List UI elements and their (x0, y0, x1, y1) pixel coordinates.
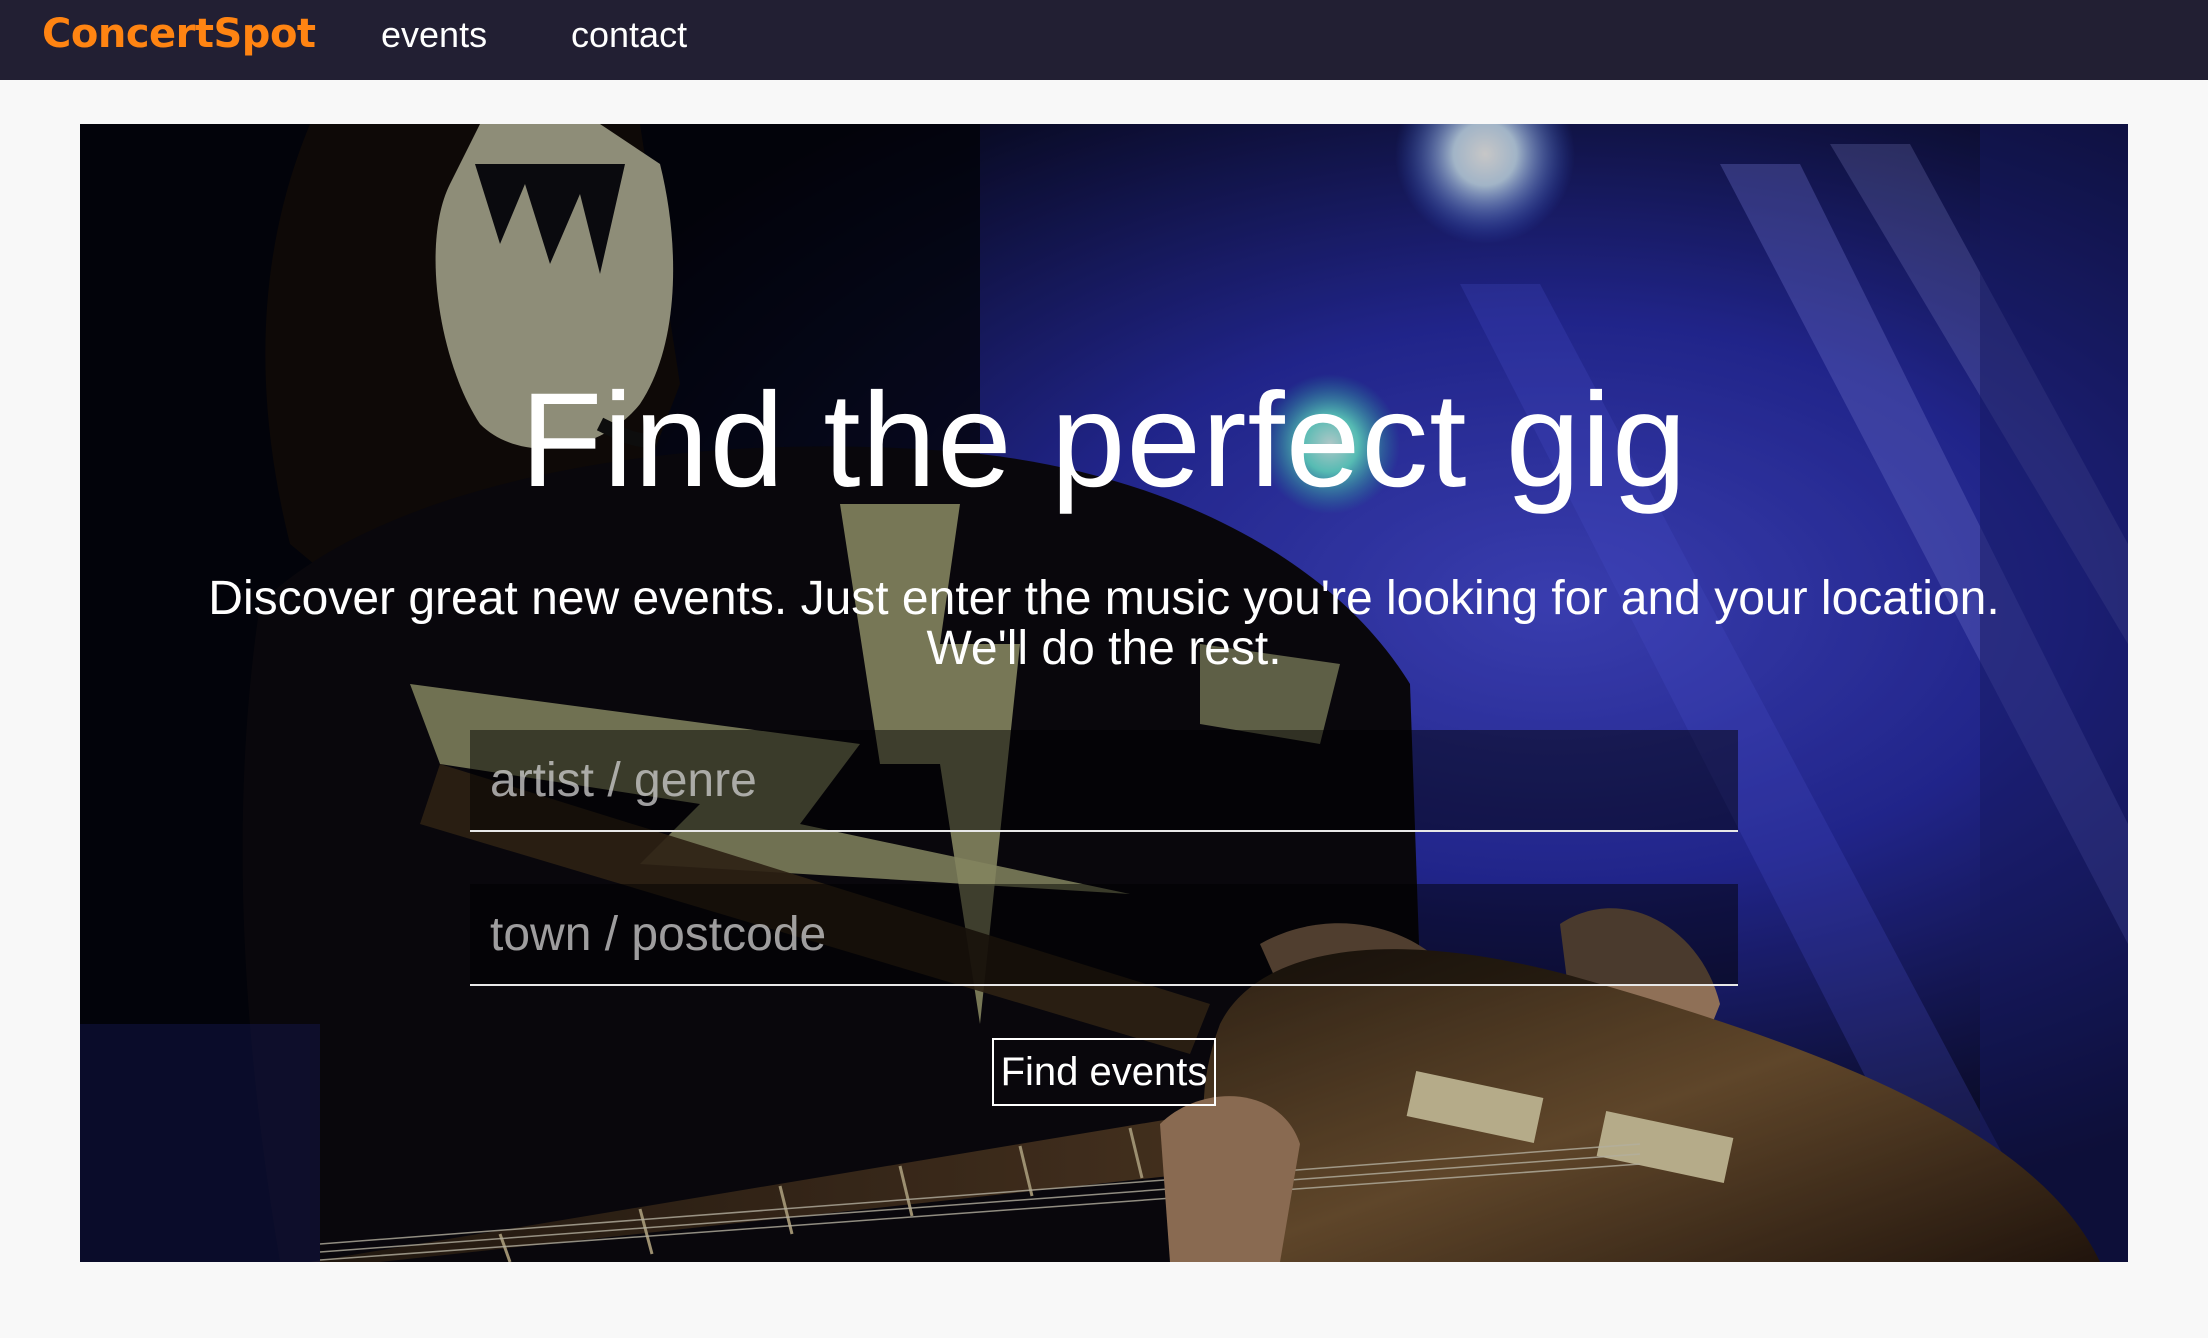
brand-logo-link[interactable]: ConcertSpot (42, 11, 316, 57)
hero-subtitle: Discover great new events. Just enter th… (120, 574, 2088, 674)
hero-banner: Find the perfect gig Discover great new … (80, 124, 2128, 1262)
hero-subtitle-line-2: We'll do the rest. (926, 622, 1282, 675)
artist-genre-input[interactable] (470, 730, 1738, 832)
top-navbar: ConcertSpot events contact (0, 0, 2208, 80)
find-events-button[interactable]: Find events (992, 1038, 1216, 1106)
hero-headline: Find the perfect gig (520, 366, 1688, 515)
hero-subtitle-line-1: Discover great new events. Just enter th… (208, 572, 2000, 625)
nav-link-contact[interactable]: contact (571, 14, 687, 56)
town-postcode-input[interactable] (470, 884, 1738, 986)
nav-link-events[interactable]: events (381, 14, 487, 56)
